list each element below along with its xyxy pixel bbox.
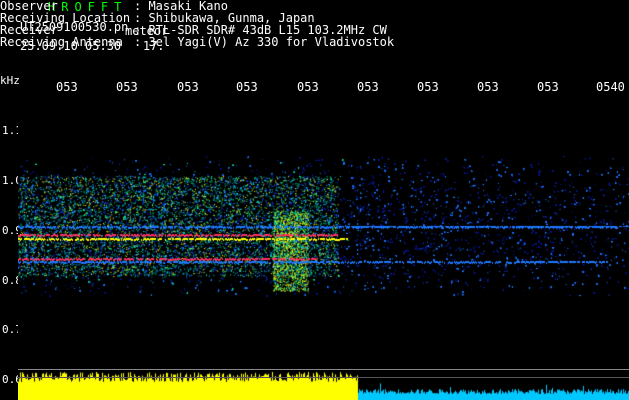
- time-tick: 053: [477, 80, 499, 94]
- time-tick: 053: [297, 80, 319, 94]
- info-row-antenna: Receiving Antenna : 3el Yagi(V) Az 330 fo…: [0, 36, 394, 48]
- time-tick: 053: [236, 80, 258, 94]
- frequency-unit-label: kHz: [0, 74, 20, 87]
- power-baseline: [18, 377, 629, 378]
- time-tick: 0540: [596, 80, 625, 94]
- time-tick: 053: [56, 80, 78, 94]
- info-value: : 3el Yagi(V) Az 330 for Vladivostok: [134, 35, 395, 49]
- time-tick: 053: [417, 80, 439, 94]
- time-tick: 053: [537, 80, 559, 94]
- time-tick: 053: [177, 80, 199, 94]
- power-panel-divider: [18, 369, 629, 370]
- station-info: Observer: Masaki Kano Receiving Location…: [0, 0, 440, 52]
- spectrogram-waterfall[interactable]: [18, 96, 629, 400]
- time-tick: 053: [116, 80, 138, 94]
- time-tick: 053: [357, 80, 379, 94]
- info-label: Receiving Antenna: [0, 35, 123, 49]
